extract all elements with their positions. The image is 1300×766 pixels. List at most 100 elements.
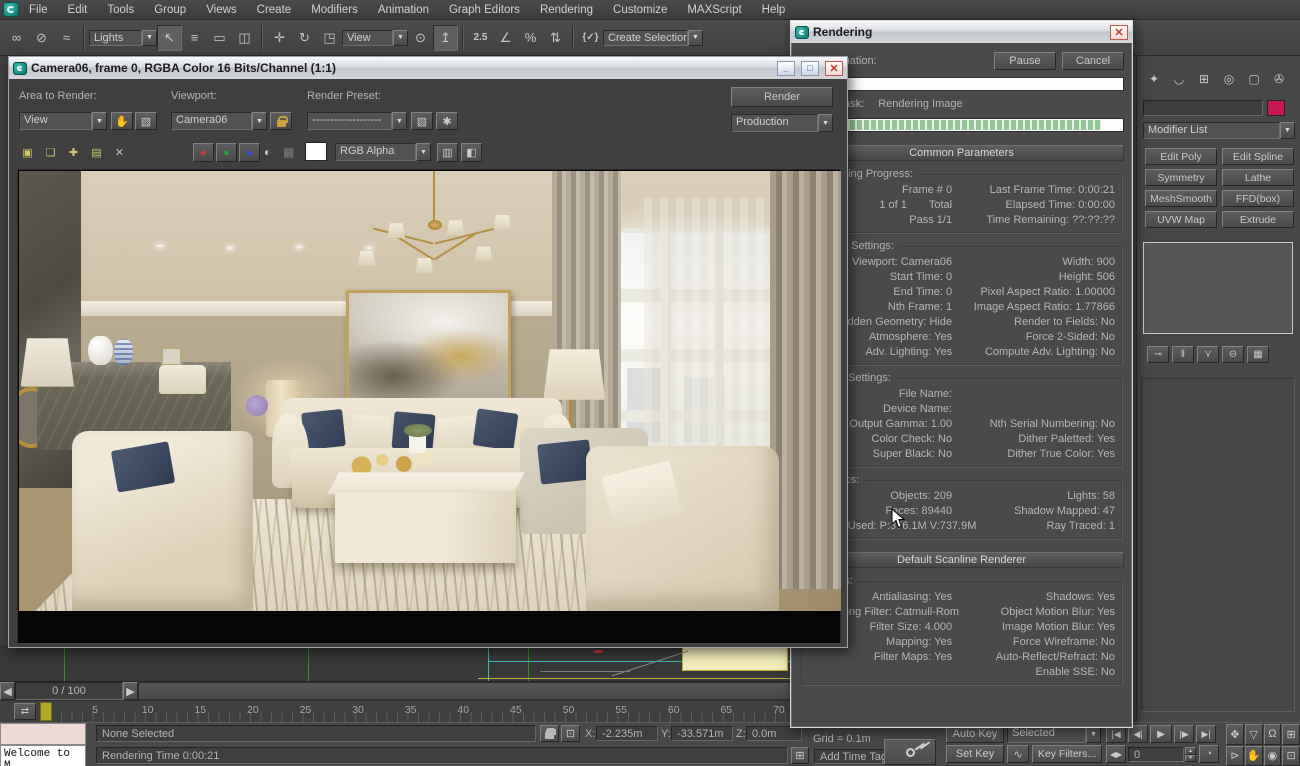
key-filters-button[interactable]: Key Filters... bbox=[1032, 745, 1102, 763]
percent-snap-button[interactable]: % bbox=[518, 25, 543, 51]
preset-save-button[interactable]: ▧ bbox=[411, 112, 433, 130]
edit-region-button[interactable]: ✋ bbox=[111, 112, 133, 130]
alpha-channel-button[interactable]: ▦ bbox=[283, 145, 294, 159]
command-panel-tab[interactable]: ◎ bbox=[1217, 68, 1241, 90]
viewport-nav-button[interactable]: ⊞ bbox=[1282, 724, 1300, 745]
key-mode-toggle-button[interactable]: ◀▶ bbox=[1106, 745, 1126, 763]
named-selection-set-dropdown[interactable]: Create Selection Se▼ bbox=[603, 30, 703, 46]
trackbar-range[interactable]: 0 / 100 bbox=[15, 682, 123, 700]
modifier-button[interactable]: UVW Map bbox=[1145, 211, 1217, 228]
current-frame-field[interactable]: 0 bbox=[1128, 747, 1184, 762]
render-setup-button[interactable]: ✱ bbox=[436, 112, 458, 130]
area-to-render-dropdown[interactable]: View▼ bbox=[19, 112, 107, 130]
modifier-list-dropdown[interactable]: Modifier List▼ bbox=[1143, 122, 1295, 139]
stack-tool-button[interactable]: ▦ bbox=[1247, 346, 1269, 363]
render-button[interactable]: Render bbox=[731, 87, 833, 107]
y-coordinate-field[interactable]: -33.571m bbox=[671, 726, 733, 741]
selection-lock-toggle[interactable] bbox=[540, 725, 559, 742]
viewport-nav-button[interactable]: ✥ bbox=[1226, 724, 1244, 745]
chevron-down-icon[interactable]: ▼ bbox=[688, 30, 703, 46]
command-panel-tab[interactable]: ✦ bbox=[1142, 68, 1166, 90]
menu-item[interactable]: Group bbox=[144, 0, 196, 20]
viewport-strip[interactable] bbox=[0, 645, 792, 682]
trackbar-left-button[interactable]: ◀ bbox=[0, 682, 15, 700]
channel-display-button[interactable]: ✚ bbox=[63, 143, 84, 162]
play-button[interactable]: ▶ bbox=[1150, 725, 1172, 743]
vfb-titlebar[interactable]: Camera06, frame 0, RGBA Color 16 Bits/Ch… bbox=[9, 57, 847, 79]
set-key-button[interactable]: Set Key bbox=[946, 745, 1004, 763]
command-panel-tab[interactable]: ▢ bbox=[1242, 68, 1266, 90]
object-color-swatch[interactable] bbox=[1267, 100, 1285, 116]
modifier-button[interactable]: Edit Poly bbox=[1145, 148, 1217, 165]
x-coordinate-field[interactable]: -2.235m bbox=[596, 726, 658, 741]
reference-coordinate-dropdown[interactable]: View▼ bbox=[342, 30, 408, 46]
pause-button[interactable]: Pause bbox=[994, 52, 1056, 70]
command-panel-tab[interactable]: ✇ bbox=[1267, 68, 1291, 90]
select-and-link-button[interactable]: ∞ bbox=[4, 25, 29, 51]
green-channel-button[interactable]: ● bbox=[216, 143, 237, 162]
clear-image-button[interactable]: ✕ bbox=[109, 143, 130, 162]
viewport-nav-button[interactable]: ⊡ bbox=[1282, 746, 1300, 766]
stack-tool-button[interactable]: ⊸ bbox=[1147, 346, 1169, 363]
z-coordinate-field[interactable]: 0.0m bbox=[746, 726, 802, 741]
command-panel-tab[interactable]: ◡ bbox=[1167, 68, 1191, 90]
menu-item[interactable]: Views bbox=[196, 0, 246, 20]
edit-named-selection-button[interactable]: {✓} bbox=[578, 25, 603, 51]
viewport-lock-button[interactable] bbox=[270, 112, 292, 130]
viewport-nav-button[interactable]: ▽ bbox=[1245, 724, 1263, 745]
chevron-down-icon[interactable]: ▼ bbox=[142, 30, 157, 46]
save-image-button[interactable]: ▣ bbox=[17, 143, 38, 162]
chevron-down-icon[interactable]: ▼ bbox=[416, 143, 431, 161]
auto-region-button[interactable]: ▧ bbox=[135, 112, 157, 130]
open-listener-button[interactable]: ⊞ bbox=[791, 747, 809, 764]
menu-item[interactable]: Create bbox=[247, 0, 302, 20]
chevron-down-icon[interactable]: ▼ bbox=[92, 112, 107, 130]
maximize-icon[interactable]: □ bbox=[801, 61, 819, 76]
channel-dropdown[interactable]: RGB Alpha▼ bbox=[335, 143, 431, 161]
timeline-ruler[interactable]: 510152025303540455055606570 ⇄ bbox=[0, 700, 792, 722]
next-frame-button[interactable]: |▶ bbox=[1174, 725, 1194, 743]
select-and-rotate-button[interactable]: ↻ bbox=[292, 25, 317, 51]
go-to-end-button[interactable]: ▶| bbox=[1196, 725, 1216, 743]
menu-item[interactable]: Tools bbox=[97, 0, 144, 20]
angle-snap-button[interactable]: ∠ bbox=[493, 25, 518, 51]
trackbar-slider[interactable] bbox=[138, 682, 792, 700]
close-icon[interactable]: ✕ bbox=[825, 61, 843, 76]
select-and-manipulate-button[interactable]: ↥ bbox=[433, 25, 458, 51]
menu-item[interactable]: Edit bbox=[58, 0, 98, 20]
menu-item[interactable]: Graph Editors bbox=[439, 0, 530, 20]
select-and-move-button[interactable]: ✛ bbox=[267, 25, 292, 51]
rendering-dialog-titlebar[interactable]: Rendering ✕ bbox=[791, 21, 1132, 43]
command-panel-tab[interactable]: ⊞ bbox=[1192, 68, 1216, 90]
viewport-nav-button[interactable]: Ω bbox=[1264, 724, 1282, 745]
unlink-selection-button[interactable]: ⊘ bbox=[29, 25, 54, 51]
chevron-down-icon[interactable]: ▼ bbox=[392, 112, 407, 130]
cancel-button[interactable]: Cancel bbox=[1062, 52, 1124, 70]
close-icon[interactable]: ✕ bbox=[1110, 25, 1128, 40]
modifier-button[interactable]: Symmetry bbox=[1145, 169, 1217, 186]
modifier-stack-list[interactable] bbox=[1143, 242, 1293, 334]
chevron-down-icon[interactable]: ▼ bbox=[1280, 122, 1295, 139]
chevron-down-icon[interactable]: ▼ bbox=[818, 114, 833, 132]
modifier-button[interactable]: Lathe bbox=[1222, 169, 1294, 186]
mono-display-button[interactable]: ◧ bbox=[461, 143, 482, 162]
chevron-down-icon[interactable]: ▼ bbox=[393, 30, 408, 46]
layer-display-button[interactable]: ▥ bbox=[437, 143, 458, 162]
stack-tool-button[interactable]: ‖ bbox=[1172, 346, 1194, 363]
red-channel-button[interactable]: ● bbox=[193, 143, 214, 162]
menu-item[interactable]: Animation bbox=[368, 0, 439, 20]
menu-item[interactable]: Rendering bbox=[530, 0, 603, 20]
rectangular-selection-region-button[interactable]: ▭ bbox=[207, 25, 232, 51]
menu-item[interactable]: Help bbox=[752, 0, 796, 20]
mini-curve-editor-button[interactable]: ⇄ bbox=[14, 703, 36, 720]
render-preset-dropdown[interactable]: -------------------▼ bbox=[307, 112, 407, 130]
object-name-field[interactable] bbox=[1143, 100, 1263, 116]
minimize-icon[interactable]: _ bbox=[777, 61, 795, 76]
viewport-nav-button[interactable]: ◉ bbox=[1264, 746, 1282, 766]
monochrome-button[interactable]: ◐ bbox=[264, 145, 271, 159]
time-slider[interactable] bbox=[40, 702, 52, 721]
window-crossing-toggle-button[interactable]: ◫ bbox=[232, 25, 257, 51]
clone-buffer-button[interactable]: ❏ bbox=[40, 143, 61, 162]
modifier-button[interactable]: Extrude bbox=[1222, 211, 1294, 228]
snaps-toggle-button[interactable]: 2.5 bbox=[468, 25, 493, 51]
